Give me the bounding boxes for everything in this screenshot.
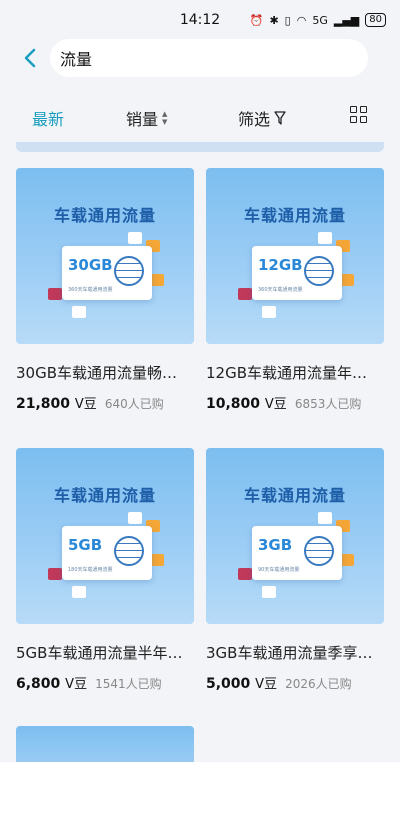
product-name: 5GB车载通用流量半年… [16,644,183,662]
card-subtitle: 360天车载通用流量 [68,287,113,293]
product-image: 车载通用流量 3GB 90天车载通用流量 [206,448,384,624]
tab-newest-label: 最新 [32,110,65,129]
price-unit: V豆 [74,397,97,412]
product-image: 车载通用流量 5GB 180天车载通用流量 [16,448,194,624]
price: 6,800 V豆 [16,673,87,692]
sold-count: 2026人已购 [285,677,352,691]
image-title: 车载通用流量 [243,486,346,505]
price-unit: V豆 [65,677,88,692]
card-gb: 30GB [68,256,113,274]
status-time: 14:12 [179,12,221,28]
tab-filter-label: 筛选 [238,110,271,129]
funnel-icon [274,111,286,125]
filter-bar: 最新 销量 ▲ ▼ 筛选 [0,94,400,138]
chat-bubble-icon [128,232,142,244]
product-name: 12GB车载通用流量年… [206,364,368,382]
note-icon [262,306,276,318]
product-card[interactable]: 车载通用流量 12GB 360天车载通用流量 12GB车载通用流量年… 10,8… [206,168,384,412]
data-card: 12GB 360天车载通用流量 [252,246,342,300]
image-title: 车载通用流量 [53,486,156,505]
card-subtitle: 180天车载通用流量 [68,567,113,573]
search-text: 流量 [60,50,93,69]
tab-sales-label: 销量 [126,110,159,129]
grid-icon-cell [360,116,367,123]
emoji-icon [340,274,354,286]
tab-filter[interactable]: 筛选 [238,106,286,130]
grid-icon-cell [360,106,367,113]
price-row: 10,800 V豆 6853人已购 [206,393,384,412]
previous-content-edge [16,142,384,152]
grid-icon [350,106,357,113]
tab-sales[interactable]: 销量 ▲ ▼ [126,106,167,130]
price-unit: V豆 [264,397,287,412]
image-title: 车载通用流量 [243,206,346,225]
note-icon [262,586,276,598]
globe-icon [114,536,144,566]
back-button[interactable] [10,38,50,78]
price: 21,800 V豆 [16,393,97,412]
price-row: 6,800 V豆 1541人已购 [16,673,194,692]
note-icon [72,306,86,318]
price-value: 5,000 [206,676,251,692]
product-card[interactable]: 车载通用流量 30GB 360天车载通用流量 30GB车载通用流量畅… 21,8… [16,168,194,412]
price-row: 5,000 V豆 2026人已购 [206,673,384,692]
document-icon [48,288,62,300]
product-card[interactable]: 车载通用流量 3GB 90天车载通用流量 3GB车载通用流量季享… 5,000 … [206,448,384,692]
note-icon [72,586,86,598]
price: 5,000 V豆 [206,673,277,692]
grid-icon-cell [350,116,357,123]
product-name: 3GB车载通用流量季享… [206,644,373,662]
product-image: 车载通用流量 30GB 360天车载通用流量 [16,168,194,344]
tab-newest[interactable]: 最新 [32,106,64,130]
emoji-icon [340,554,354,566]
chat-bubble-icon [318,232,332,244]
sold-count: 640人已购 [104,397,164,411]
emoji-icon [150,274,164,286]
product-name: 30GB车载通用流量畅… [16,364,178,382]
bottom-area [0,762,400,825]
sold-count: 6853人已购 [294,397,362,411]
document-icon [48,568,62,580]
card-gb: 3GB [258,536,293,554]
chat-bubble-icon [128,512,142,524]
chevron-left-icon [24,48,36,68]
sold-count: 1541人已购 [95,677,162,691]
document-icon [238,568,252,580]
globe-icon [304,256,334,286]
price-unit: V豆 [255,677,278,692]
product-card[interactable]: 车载通用流量 5GB 180天车载通用流量 5GB车载通用流量半年… 6,800… [16,448,194,692]
price: 10,800 V豆 [206,393,287,412]
card-gb: 12GB [258,256,303,274]
image-title: 车载通用流量 [53,206,156,225]
price-row: 21,800 V豆 640人已购 [16,393,194,412]
grid-view-button[interactable] [350,106,368,124]
price-value: 10,800 [206,396,261,412]
emoji-icon [150,554,164,566]
globe-icon [304,536,334,566]
data-card: 30GB 360天车载通用流量 [62,246,152,300]
status-bar: 14:12 ⏰ ✱ ▯ ◠ 5G ▂▄▆ 80 [0,0,400,40]
search-input[interactable]: 流量 [50,39,368,77]
document-icon [238,288,252,300]
product-image: 车载通用流量 12GB 360天车载通用流量 [206,168,384,344]
card-gb: 5GB [68,536,103,554]
data-card: 3GB 90天车载通用流量 [252,526,342,580]
globe-icon [114,256,144,286]
data-card: 5GB 180天车载通用流量 [62,526,152,580]
card-subtitle: 360天车载通用流量 [258,287,303,293]
price-value: 6,800 [16,676,61,692]
product-card-partial[interactable] [16,726,194,766]
sort-arrows-icon: ▲ ▼ [162,110,168,126]
price-value: 21,800 [16,396,71,412]
search-row: 流量 [0,38,400,78]
card-subtitle: 90天车载通用流量 [258,567,300,573]
chat-bubble-icon [318,512,332,524]
